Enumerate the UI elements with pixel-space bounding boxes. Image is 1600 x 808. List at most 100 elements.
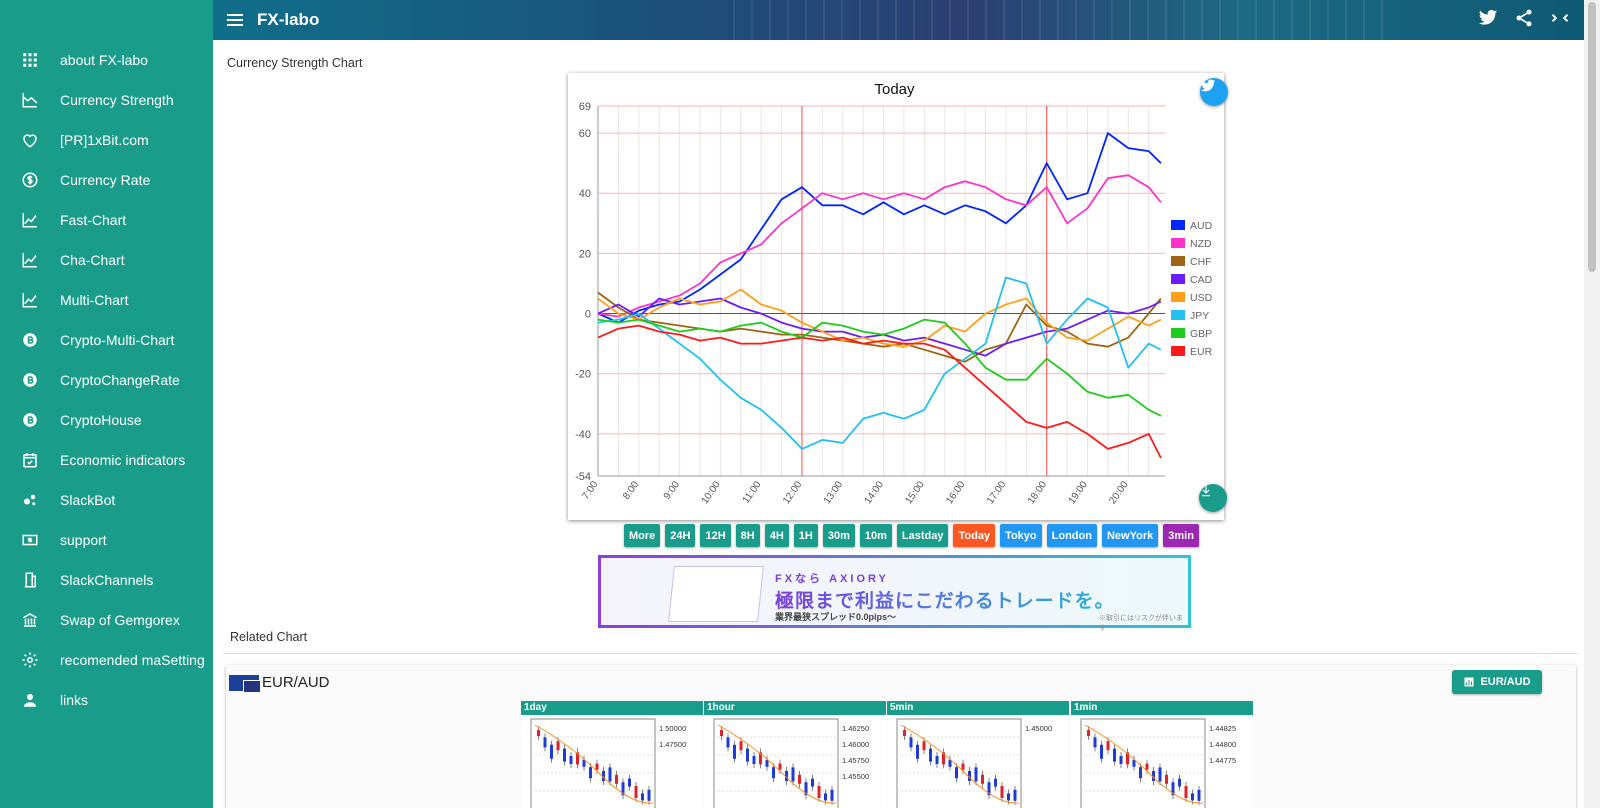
banner-illustration (668, 566, 764, 622)
mini-candle-body (733, 744, 736, 759)
line-chart-icon (0, 251, 60, 269)
sidebar-item-economic-indicators[interactable]: Economic indicators (0, 440, 213, 480)
mini-candle-body (1113, 748, 1116, 762)
sidebar-item-swap-of-gemgorex[interactable]: Swap of Gemgorex (0, 600, 213, 640)
sidebar-item-label: SlackChannels (60, 572, 154, 588)
mini-candle-body (615, 774, 618, 784)
hamburger-menu-icon[interactable] (213, 19, 257, 21)
mini-candle-body (955, 767, 958, 779)
chart-icon (0, 91, 60, 109)
mini-candle-body (634, 786, 638, 798)
mini-tick-label: 1.50000 (659, 724, 686, 733)
legend-label-jpy: JPY (1190, 310, 1209, 322)
mini-chart-label: 1min (1071, 701, 1253, 715)
legend-swatch-cad (1171, 274, 1185, 284)
range-button-4h[interactable]: 4H (764, 524, 789, 547)
y-tick-label: -20 (575, 369, 591, 381)
sidebar-item-fast-chart[interactable]: Fast-Chart (0, 200, 213, 240)
legend-swatch-chf (1171, 256, 1185, 266)
currency-strength-chart: Today 69 60 40 20 0 -20 -40 -54 7:00 8:00 9:00 10:00… (568, 73, 1228, 520)
sidebar-item-currency-strength[interactable]: Currency Strength (0, 80, 213, 120)
mini-chart-1min[interactable]: 1min 1.44825 1.44800 1.44775 (1071, 701, 1253, 808)
download-icon (1201, 485, 1211, 497)
range-button-30m[interactable]: 30m (822, 524, 855, 547)
ad-banner[interactable]: FXなら AXIORY 極限まで利益にこだわるトレードを。 業界最狭スプレッド0… (598, 555, 1191, 632)
sidebar-item-cryptohouse[interactable]: CryptoHouse (0, 400, 213, 440)
y-tick-label: -40 (575, 429, 591, 441)
sidebar-item-cryptochangerate[interactable]: CryptoChangeRate (0, 360, 213, 400)
legend-label-chf: CHF (1190, 256, 1212, 268)
mini-candle-body (720, 730, 723, 736)
legend-label-eur: EUR (1190, 346, 1213, 358)
range-button-24h[interactable]: 24H (665, 524, 696, 547)
mini-chart-1hour[interactable]: 1hour 1.46250 1.46000 1.45750 1.45500 (704, 701, 886, 808)
pair-chart-button[interactable]: EUR/AUD (1452, 670, 1542, 694)
range-button-8h[interactable]: 8H (735, 524, 760, 547)
page-scrollbar[interactable] (1584, 0, 1600, 808)
mini-candle-body (1139, 767, 1142, 779)
sidebar-item-crypto-multi-chart[interactable]: Crypto-Multi-Chart (0, 320, 213, 360)
person-icon (0, 691, 60, 709)
mini-candle-body (569, 756, 573, 764)
sidebar-item-links[interactable]: links (0, 680, 213, 720)
twitter-icon[interactable] (1478, 8, 1498, 33)
y-tick-label: 20 (579, 248, 591, 260)
chart-title: Today (874, 81, 915, 98)
sidebar-item-recomended-masetting[interactable]: recomended maSetting (0, 640, 213, 680)
sidebar-item-label: [PR]1xBit.com (60, 132, 149, 148)
mini-chart-1day[interactable]: 1day 1.50000 1.47500 (521, 701, 703, 808)
sidebar-item-label: links (60, 692, 89, 708)
bank-icon (0, 611, 60, 629)
related-title: Related Chart (230, 630, 308, 644)
mini-candle-body (948, 759, 952, 767)
series-line-cad (597, 297, 1162, 357)
pair-chart-button-label: EUR/AUD (1480, 676, 1531, 688)
sidebar-item-slackchannels[interactable]: SlackChannels (0, 560, 213, 600)
legend-swatch-usd (1171, 292, 1185, 302)
x-tick-label: 20:00 (1107, 479, 1131, 506)
mini-chart-label: 1hour (704, 701, 886, 715)
range-button-3min[interactable]: 3min (1163, 524, 1199, 547)
related-chart-card: EUR/AUD EUR/AUD 1day 1.50000 1.47500 1hour 1… (226, 665, 1576, 808)
mini-candle-body (765, 759, 769, 767)
download-chart-button[interactable] (1199, 484, 1227, 512)
range-button-lastday[interactable]: Lastday (896, 524, 949, 547)
sidebar-item-support[interactable]: support (0, 520, 213, 560)
range-button-1h[interactable]: 1H (793, 524, 818, 547)
sidebar-item-label: Cha-Chart (60, 252, 125, 268)
collapse-icon[interactable] (1550, 8, 1570, 33)
y-tick-label: -54 (575, 471, 591, 483)
share-icon[interactable] (1514, 8, 1534, 33)
main-content: Currency Strength Chart Today 69 60 40 20 0 -2… (213, 40, 1584, 808)
range-button-12h[interactable]: 12H (700, 524, 731, 547)
sidebar-item-label: Swap of Gemgorex (60, 612, 180, 628)
sidebar-item-about-fx-labo[interactable]: about FX-labo (0, 40, 213, 80)
sidebar-item-pr-1xbit-com[interactable]: [PR]1xBit.com (0, 120, 213, 160)
scrollbar-thumb[interactable] (1588, 2, 1596, 272)
bitcoin-icon (0, 411, 60, 429)
range-button-newyork[interactable]: NewYork (1101, 524, 1159, 547)
series-line-chf (597, 291, 1162, 363)
range-button-tokyo[interactable]: Tokyo (1000, 524, 1042, 547)
range-button-10m[interactable]: 10m (859, 524, 892, 547)
legend-swatch-gbp (1171, 328, 1185, 338)
mini-candle-body (1197, 789, 1201, 801)
range-button-london[interactable]: London (1046, 524, 1097, 547)
app-title: FX-labo (257, 10, 320, 29)
mini-candle-body (929, 748, 932, 762)
range-button-today[interactable]: Today (953, 524, 996, 547)
sidebar-item-cha-chart[interactable]: Cha-Chart (0, 240, 213, 280)
bar-chart-icon (1464, 677, 1474, 687)
mini-candle-body (1087, 730, 1090, 736)
mini-chart-5min[interactable]: 5min 1.45000 (887, 701, 1069, 808)
mini-candle-body (961, 763, 965, 770)
mini-chart-svg: 1.46250 1.46000 1.45750 1.45500 (713, 718, 869, 808)
bitcoin-icon (0, 371, 60, 389)
sidebar-item-multi-chart[interactable]: Multi-Chart (0, 280, 213, 320)
range-button-more[interactable]: More (624, 524, 661, 547)
tweet-chart-button[interactable] (1200, 78, 1228, 106)
mini-candle-body (817, 786, 821, 798)
sidebar-item-slackbot[interactable]: SlackBot (0, 480, 213, 520)
mini-candle-body (830, 789, 834, 801)
sidebar-item-currency-rate[interactable]: Currency Rate (0, 160, 213, 200)
